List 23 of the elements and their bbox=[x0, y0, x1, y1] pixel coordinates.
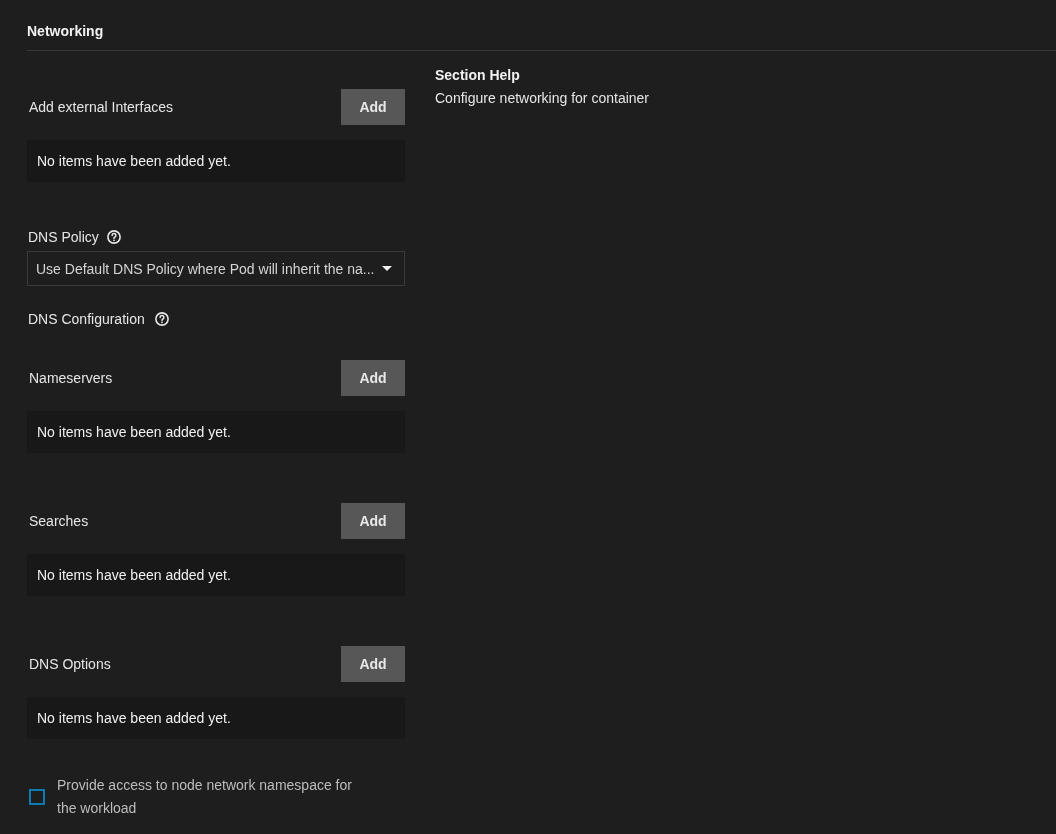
section-help-text: Configure networking for container bbox=[435, 89, 649, 108]
add-button[interactable]: Add bbox=[341, 360, 405, 396]
empty-list-panel: No items have been added yet. bbox=[27, 140, 405, 182]
checkbox[interactable] bbox=[29, 789, 45, 805]
list-label: DNS Options bbox=[29, 655, 111, 673]
dns-policy-select[interactable]: Use Default DNS Policy where Pod will inherit the na... bbox=[27, 251, 405, 286]
group-heading: DNS Configuration bbox=[28, 310, 145, 328]
list-label: Add external Interfaces bbox=[29, 98, 173, 116]
empty-list-panel: No items have been added yet. bbox=[27, 554, 405, 596]
checkbox-label: Provide access to node network namespace for the workload bbox=[57, 776, 353, 818]
add-button[interactable]: Add bbox=[341, 503, 405, 539]
section-title: Networking bbox=[27, 22, 104, 40]
section-help-title: Section Help bbox=[435, 66, 521, 84]
empty-list-panel: No items have been added yet. bbox=[27, 697, 405, 739]
help-icon[interactable] bbox=[154, 312, 169, 326]
empty-list-panel: No items have been added yet. bbox=[27, 411, 405, 453]
list-label: Nameservers bbox=[29, 369, 113, 387]
field-label: DNS Policy bbox=[28, 228, 99, 246]
list-label: Searches bbox=[29, 512, 89, 530]
caret-icon bbox=[382, 266, 392, 271]
add-button[interactable]: Add bbox=[341, 646, 405, 682]
add-button[interactable]: Add bbox=[341, 89, 405, 125]
help-icon[interactable] bbox=[106, 230, 121, 244]
